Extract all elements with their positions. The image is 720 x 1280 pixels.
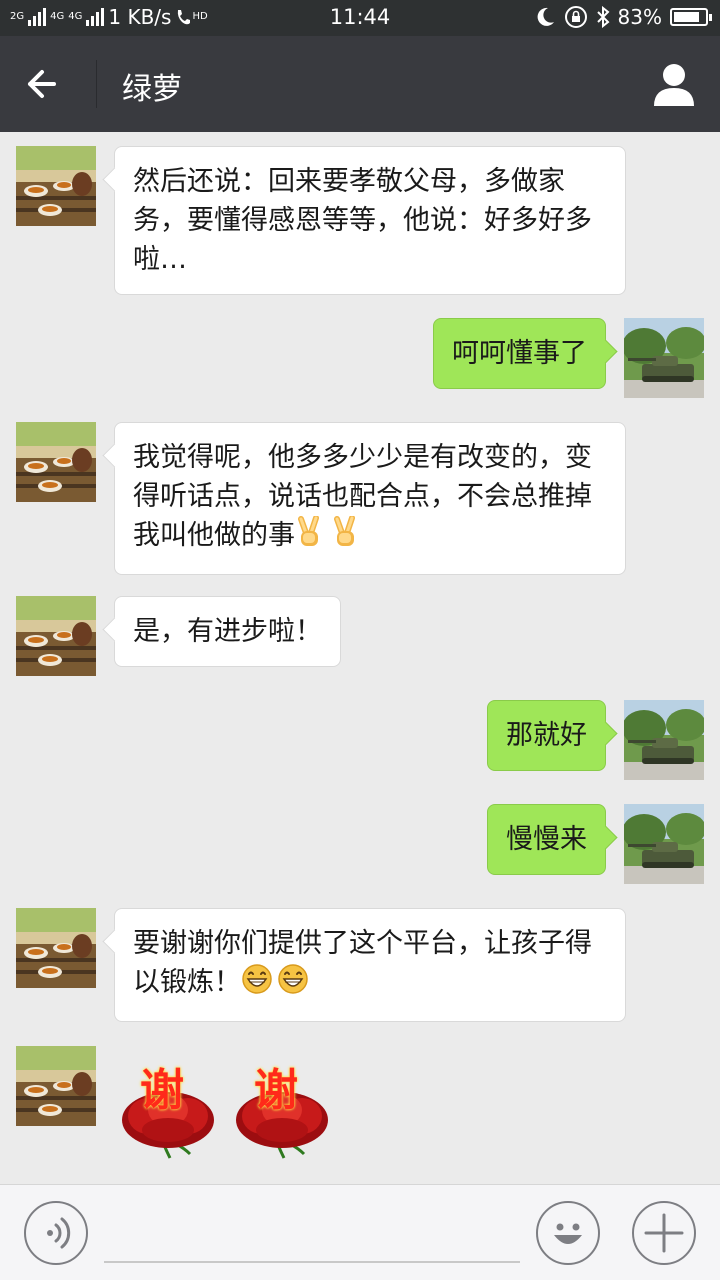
input-bar [0,1184,720,1280]
chat-header: 绿萝 [0,36,720,132]
back-button[interactable] [22,62,78,106]
voice-input-button[interactable] [24,1201,88,1265]
sticker-char: 谢 [254,1065,298,1116]
moon-icon [537,7,554,26]
message-bubble-outgoing[interactable]: 那就好 [487,700,606,771]
smiley-icon [554,1223,582,1244]
message-text: 慢慢来 [506,824,587,855]
battery-percent: 83% [617,5,662,29]
title-divider [96,60,97,108]
message-text: 是，有进步啦！ [133,616,322,647]
thanks-rose-sticker[interactable]: 谢 [118,1050,218,1162]
message-text: 然后还说：回来要孝敬父母，多做家务，要懂得感恩等等，他说：好多好多啦… [133,166,592,275]
rotation-lock-icon [564,6,587,28]
contact-avatar[interactable] [16,596,96,676]
bluetooth-icon [596,6,610,28]
message-bubble-incoming[interactable]: 要谢谢你们提供了这个平台，让孩子得以锻炼！ [114,908,626,1022]
contact-avatar[interactable] [16,146,96,226]
my-avatar[interactable] [624,318,704,398]
chat-title: 绿萝 [122,72,182,107]
victory-hand-emoji [331,515,361,559]
voice-input-icon [47,1217,71,1249]
victory-hand-emoji [295,515,325,559]
status-bar: 2G 4G 4G 1 KB/s HD 11:44 83% [0,0,720,36]
contact-avatar[interactable] [16,1046,96,1126]
status-right: 83% [534,5,712,29]
grin-emoji [277,963,309,1006]
emoji-button[interactable] [536,1201,600,1265]
message-bubble-outgoing[interactable]: 呵呵懂事了 [433,318,606,389]
my-avatar[interactable] [624,700,704,780]
thanks-rose-sticker[interactable]: 谢 [232,1050,332,1162]
grin-emoji [241,963,273,1006]
plus-icon [644,1213,684,1253]
message-text: 那就好 [506,720,587,751]
message-bubble-incoming[interactable]: 是，有进步啦！ [114,596,341,667]
message-bubble-incoming[interactable]: 然后还说：回来要孝敬父母，多做家务，要懂得感恩等等，他说：好多好多啦… [114,146,626,295]
message-text: 呵呵懂事了 [452,338,587,369]
more-button[interactable] [632,1201,696,1265]
contact-avatar[interactable] [16,422,96,502]
battery-icon [670,8,712,26]
sticker-char: 谢 [140,1065,184,1116]
message-text: 要谢谢你们提供了这个平台，让孩子得以锻炼！ [133,928,592,998]
message-bubble-incoming[interactable]: 我觉得呢，他多多少少是有改变的，变得听话点，说话也配合点，不会总推掉我叫他做的事 [114,422,626,575]
arrow-left-icon [28,70,56,98]
message-input[interactable] [104,1261,520,1263]
my-avatar[interactable] [624,804,704,884]
message-bubble-outgoing[interactable]: 慢慢来 [487,804,606,875]
contact-avatar[interactable] [16,908,96,988]
person-icon [654,64,694,106]
message-text: 我觉得呢，他多多少少是有改变的，变得听话点，说话也配合点，不会总推掉我叫他做的事 [133,442,592,551]
chat-info-button[interactable] [650,60,698,108]
